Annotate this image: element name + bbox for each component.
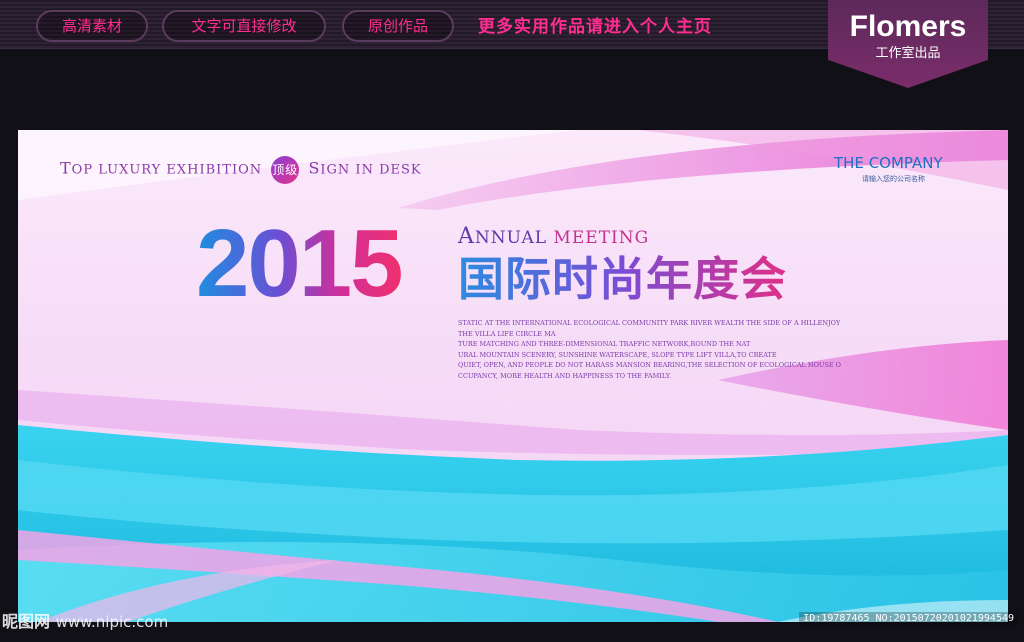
- company-name: THE COMPANY: [834, 154, 943, 172]
- brand-subtitle: 工作室出品: [875, 46, 941, 61]
- top-grade-badge: 顶级: [271, 156, 300, 184]
- year-title: 2015: [196, 210, 404, 317]
- brand-badge[interactable]: Flomers 工作室出品: [828, 0, 988, 88]
- tagline-cap-t: T: [60, 158, 72, 178]
- description-line: STATIC AT THE INTERNATIONAL ECOLOGICAL C…: [458, 319, 841, 327]
- nipic-watermark: 昵图网 www.nipic.com: [2, 608, 168, 632]
- poster: TOP LUXURY EXHIBITION 顶级 SIGN IN DESK TH…: [18, 130, 1008, 622]
- tagline: TOP LUXURY EXHIBITION 顶级 SIGN IN DESK: [60, 156, 422, 184]
- chinese-title: 国际时尚年度会: [458, 252, 787, 306]
- tagline-part-1: OP LUXURY EXHIBITION: [71, 162, 263, 178]
- description-line: CCUPANCY, MORE HEALTH AND HAPPINESS TO T…: [458, 371, 672, 380]
- tagline-part-2: IGN IN DESK: [320, 162, 422, 178]
- description-block: STATIC AT THE INTERNATIONAL ECOLOGICAL C…: [458, 318, 841, 381]
- pill-hd-material[interactable]: 高清素材: [36, 10, 148, 42]
- image-id-watermark: ID:19787465 NO:20150720201021994549: [799, 612, 1018, 625]
- description-line: THE VILLA LIFE CIRCLE MA: [458, 329, 556, 338]
- description-line: QUIET, OPEN, AND PEOPLE DO NOT HARASS MA…: [458, 361, 841, 369]
- annual-meeting-heading: ANNUAL MEETING: [458, 224, 649, 249]
- annual-cap-a: A: [458, 224, 475, 249]
- promo-text[interactable]: 更多实用作品请进入个人主页: [478, 12, 712, 37]
- nipic-url: www.nipic.com: [55, 613, 169, 631]
- pill-original-work[interactable]: 原创作品: [342, 10, 454, 42]
- meeting-word: MEETING: [553, 228, 650, 248]
- annual-word: NNUAL: [474, 228, 548, 248]
- description-line: TURE MATCHING AND THREE-DIMENSIONAL TRAF…: [458, 340, 751, 348]
- company-subtitle: 请输入您的公司名称: [862, 175, 925, 183]
- description-line: URAL MOUNTAIN SCENERY, SUNSHINE WATERSCA…: [458, 350, 777, 359]
- brand-name: Flomers: [849, 10, 967, 43]
- nipic-logo: 昵图网: [2, 612, 51, 631]
- tagline-cap-s: S: [308, 158, 321, 178]
- pill-editable-text[interactable]: 文字可直接修改: [162, 10, 326, 42]
